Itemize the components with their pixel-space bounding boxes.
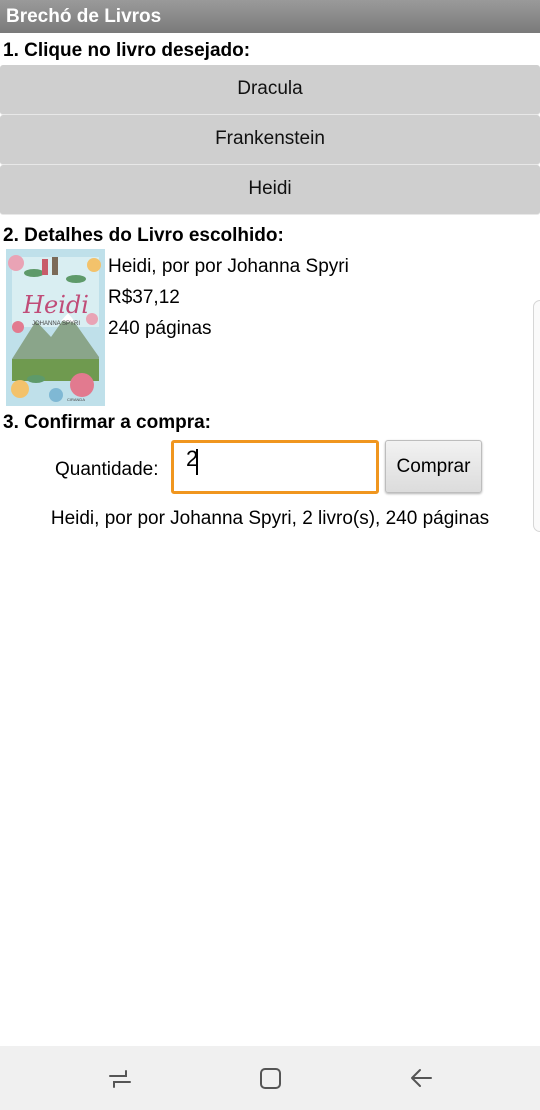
buy-button[interactable]: Comprar bbox=[385, 440, 482, 493]
book-button-dracula[interactable]: Dracula bbox=[0, 65, 540, 115]
book-list: Dracula Frankenstein Heidi bbox=[0, 65, 540, 215]
step1-heading: 1. Clique no livro desejado: bbox=[3, 40, 251, 61]
home-icon[interactable] bbox=[254, 1062, 286, 1094]
quantity-input[interactable] bbox=[171, 440, 379, 494]
purchase-summary: Heidi, por por Johanna Spyri, 2 livro(s)… bbox=[50, 508, 490, 529]
step3-heading: 3. Confirmar a compra: bbox=[3, 412, 211, 433]
book-price: R$37,12 bbox=[108, 287, 180, 308]
book-button-heidi[interactable]: Heidi bbox=[0, 165, 540, 215]
cover-title: Heidi bbox=[22, 291, 89, 319]
book-pages: 240 páginas bbox=[108, 318, 212, 339]
back-icon[interactable] bbox=[405, 1062, 437, 1094]
quantity-label: Quantidade: bbox=[55, 459, 159, 480]
cover-author: JOHANNA SPYRI bbox=[32, 321, 80, 327]
system-nav-bar bbox=[0, 1046, 540, 1110]
cover-publisher: CIRANDA bbox=[67, 397, 85, 402]
text-cursor bbox=[196, 449, 198, 475]
title-bar: Brechó de Livros bbox=[0, 0, 540, 33]
book-button-frankenstein[interactable]: Frankenstein bbox=[0, 115, 540, 165]
recent-apps-icon[interactable] bbox=[104, 1062, 136, 1094]
app-title: Brechó de Livros bbox=[6, 6, 162, 27]
edge-panel-handle[interactable] bbox=[533, 300, 540, 532]
book-title-line: Heidi, por por Johanna Spyri bbox=[108, 256, 349, 277]
book-cover-image: Heidi JOHANNA SPYRI CIRANDA bbox=[6, 249, 105, 406]
step2-heading: 2. Detalhes do Livro escolhido: bbox=[3, 225, 284, 246]
